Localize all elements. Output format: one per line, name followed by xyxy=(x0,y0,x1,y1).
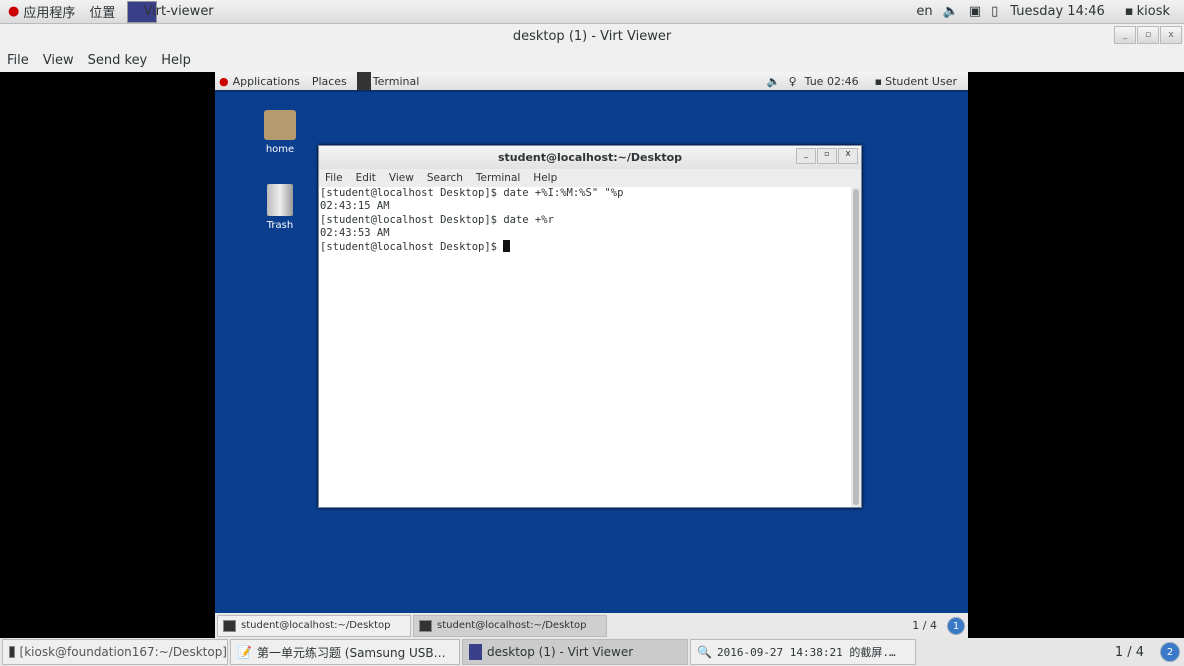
terminal-menu-bar: File Edit View Search Terminal Help xyxy=(319,169,861,187)
desktop-icon-label: home xyxy=(265,144,295,155)
desktop-icon-label: Trash xyxy=(266,220,294,231)
task-label: student@localhost:~/Desktop xyxy=(241,620,391,631)
guest-applications-menu[interactable]: Applications xyxy=(233,75,300,88)
terminal-menu-view[interactable]: View xyxy=(389,172,414,184)
terminal-menu-help[interactable]: Help xyxy=(533,172,557,184)
guest-active-app[interactable]: Terminal xyxy=(373,75,420,88)
window-title: desktop (1) - Virt Viewer xyxy=(0,24,1184,48)
terminal-scrollbar[interactable] xyxy=(851,187,861,507)
terminal-title: student@localhost:~/Desktop xyxy=(319,146,861,169)
terminal-line: [student@localhost Desktop]$ date +%r xyxy=(320,213,554,226)
maximize-button[interactable]: ▫ xyxy=(1137,26,1159,44)
close-button[interactable]: x xyxy=(1160,26,1182,44)
terminal-icon xyxy=(356,72,371,90)
places-menu[interactable]: 位置 xyxy=(89,2,115,21)
terminal-minimize-button[interactable]: _ xyxy=(796,148,816,164)
text-editor-icon: 📝 xyxy=(237,645,252,659)
terminal-window-controls: _ ▫ x xyxy=(796,148,858,164)
terminal-line: [student@localhost Desktop]$ date +%I:%M… xyxy=(320,187,624,199)
window-controls: _ ▫ x xyxy=(1114,26,1182,44)
terminal-menu-terminal[interactable]: Terminal xyxy=(476,172,520,184)
terminal-output[interactable]: [student@localhost Desktop]$ date +%I:%M… xyxy=(319,187,851,507)
home-folder-icon xyxy=(264,110,296,140)
terminal-cursor xyxy=(503,240,511,253)
active-app[interactable]: Virt-viewer xyxy=(143,4,213,19)
terminal-prompt: [student@localhost Desktop]$ xyxy=(320,241,504,254)
guest-task-terminal-active[interactable]: student@localhost:~/Desktop xyxy=(413,614,607,637)
task-label: 2016-09-27 14:38:21 的截屏.… xyxy=(716,646,896,659)
menu-send-key[interactable]: Send key xyxy=(88,53,148,68)
menu-file[interactable]: File xyxy=(7,53,29,68)
user-icon: ▪ xyxy=(1124,4,1134,19)
terminal-icon xyxy=(9,646,15,658)
network-icon[interactable]: ♀ xyxy=(789,75,797,88)
network-icon[interactable]: ▣ xyxy=(969,4,981,19)
guest-taskbar: student@localhost:~/Desktop student@loca… xyxy=(215,613,968,638)
task-label: desktop (1) - Virt Viewer xyxy=(487,645,634,659)
guest-workspace-badge[interactable]: 1 xyxy=(947,616,965,635)
monitor-icon xyxy=(469,644,482,660)
language-indicator[interactable]: en xyxy=(916,4,932,19)
task-label: 第一单元练习题 (Samsung USB… xyxy=(256,645,446,660)
desktop-icon-home[interactable]: home xyxy=(250,110,310,155)
applications-menu[interactable]: 应用程序 xyxy=(23,2,75,21)
trash-icon xyxy=(267,184,293,216)
terminal-menu-file[interactable]: File xyxy=(325,172,343,184)
host-top-bar: ● 应用程序 位置 Virt-viewer en 🔈 ▣ ▯ Tuesday 1… xyxy=(0,0,1184,24)
terminal-icon xyxy=(223,619,236,632)
image-viewer-icon: 🔍 xyxy=(697,645,712,659)
menu-bar: File View Send key Help xyxy=(0,48,1184,72)
desktop-icon-trash[interactable]: Trash xyxy=(250,184,310,231)
host-task-screenshot[interactable]: 🔍 2016-09-27 14:38:21 的截屏.… xyxy=(690,639,916,665)
terminal-maximize-button[interactable]: ▫ xyxy=(817,148,837,164)
volume-icon[interactable]: 🔈 xyxy=(943,4,959,19)
terminal-menu-edit[interactable]: Edit xyxy=(356,172,376,184)
terminal-icon xyxy=(419,619,432,632)
guest-task-terminal[interactable]: student@localhost:~/Desktop xyxy=(217,614,411,637)
battery-icon[interactable]: ▯ xyxy=(991,4,998,19)
terminal-line: 02:43:53 AM xyxy=(320,226,390,239)
host-pager[interactable]: 1 / 4 xyxy=(1115,645,1144,660)
guest-clock[interactable]: Tue 02:46 xyxy=(805,75,859,88)
host-task-terminal[interactable]: [kiosk@foundation167:~/Desktop] xyxy=(2,639,228,665)
terminal-close-button[interactable]: x xyxy=(838,148,858,164)
volume-icon[interactable]: 🔈 xyxy=(767,75,781,88)
menu-view[interactable]: View xyxy=(43,53,74,68)
user-menu[interactable]: kiosk xyxy=(1137,4,1170,19)
terminal-menu-search[interactable]: Search xyxy=(427,172,463,184)
task-label: [kiosk@foundation167:~/Desktop] xyxy=(19,645,227,659)
scrollbar-thumb[interactable] xyxy=(853,189,859,505)
host-workspace-badge[interactable]: 2 xyxy=(1160,642,1180,662)
guest-display[interactable]: ● Applications Places Terminal 🔈 ♀ Tue 0… xyxy=(215,72,968,638)
redhat-icon: ● xyxy=(8,4,20,19)
redhat-icon: ● xyxy=(219,74,229,88)
task-label: student@localhost:~/Desktop xyxy=(437,620,587,631)
guest-pager[interactable]: 1 / 4 xyxy=(912,619,937,632)
host-taskbar: [kiosk@foundation167:~/Desktop] 📝 第一单元练习题… xyxy=(0,638,1184,666)
host-task-virt-viewer[interactable]: desktop (1) - Virt Viewer xyxy=(462,639,688,665)
guest-places-menu[interactable]: Places xyxy=(312,75,347,88)
guest-user-menu[interactable]: Student User xyxy=(885,75,957,88)
terminal-window: student@localhost:~/Desktop _ ▫ x File E… xyxy=(318,145,862,508)
terminal-line: 02:43:15 AM xyxy=(320,200,390,213)
menu-help[interactable]: Help xyxy=(161,53,191,68)
clock[interactable]: Tuesday 14:46 xyxy=(1010,4,1105,19)
guest-top-bar: ● Applications Places Terminal 🔈 ♀ Tue 0… xyxy=(215,72,968,92)
minimize-button[interactable]: _ xyxy=(1114,26,1136,44)
user-icon: ▪ xyxy=(874,74,883,88)
host-task-document[interactable]: 📝 第一单元练习题 (Samsung USB… xyxy=(230,639,460,665)
